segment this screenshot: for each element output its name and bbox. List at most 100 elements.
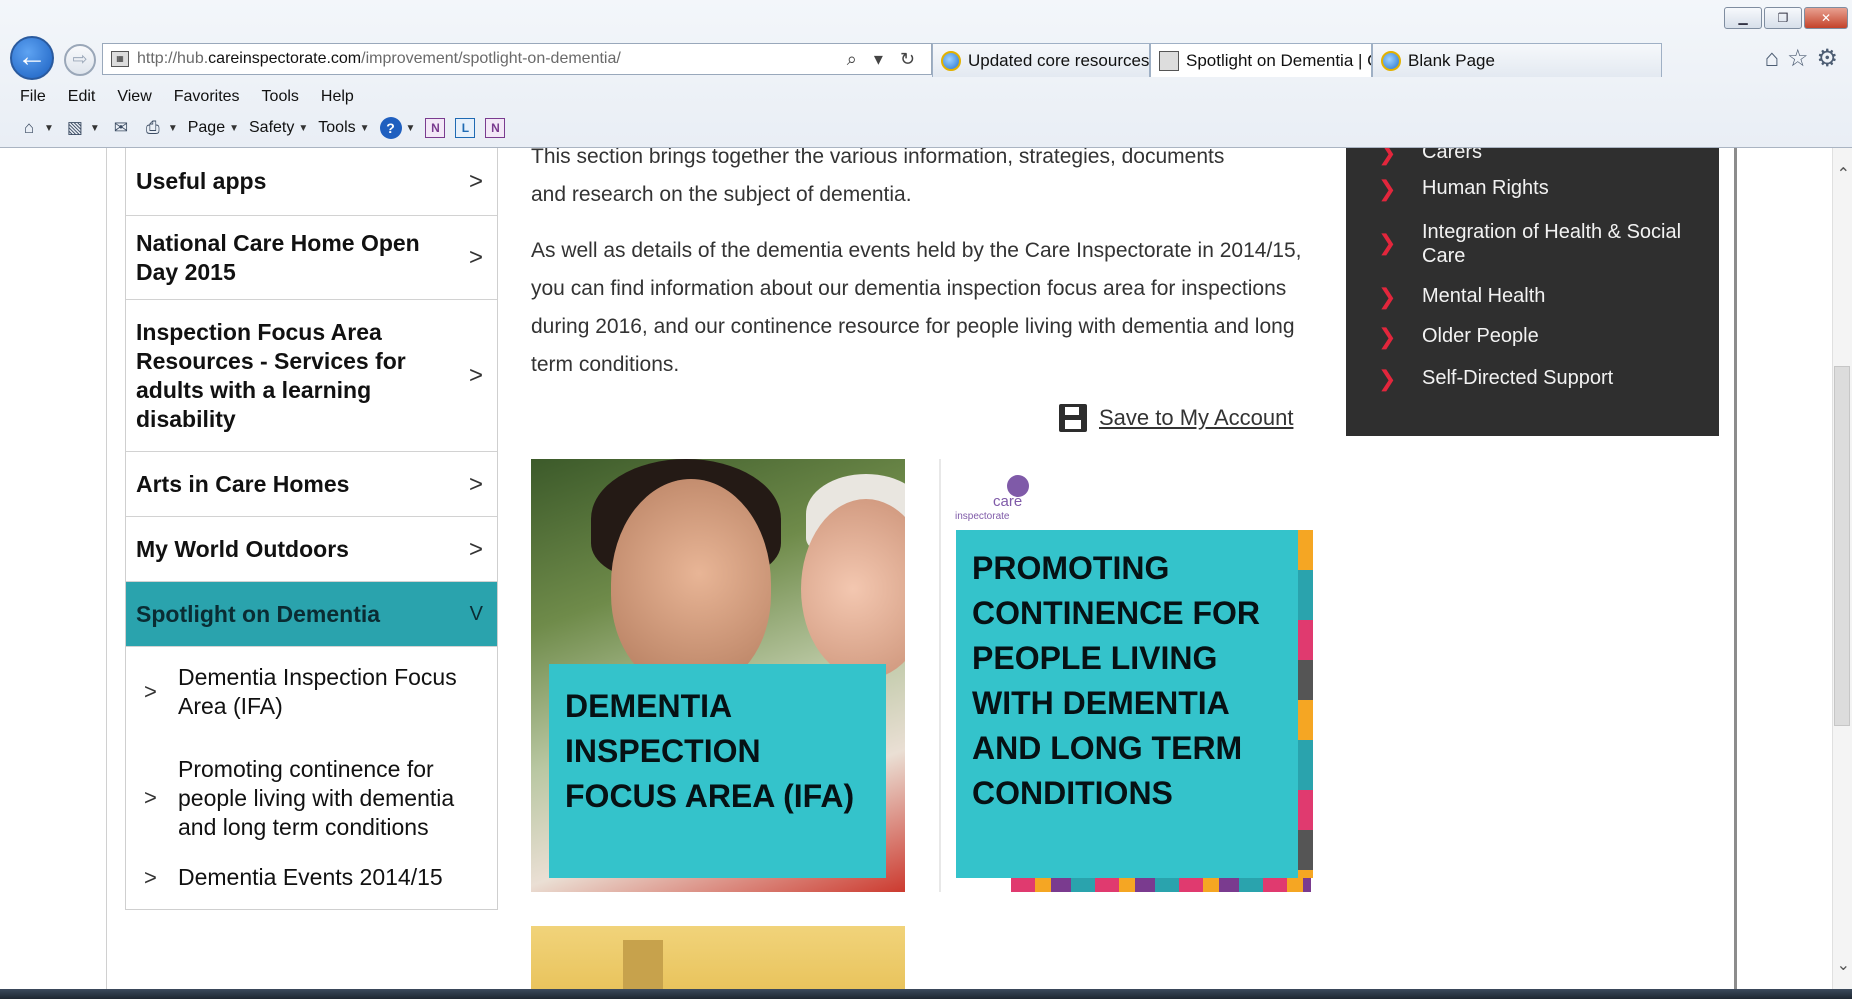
chevron-down-icon[interactable]: ▼ — [168, 123, 178, 134]
topic-mental-health[interactable]: ❯ Mental Health — [1346, 284, 1719, 314]
browser-chrome: ▁ ❐ ✕ ← ⇨ ▦ http://hub.careinspectorate.… — [0, 0, 1852, 148]
menu-help[interactable]: Help — [321, 84, 366, 110]
topic-carers[interactable]: ❯ Carers — [1346, 148, 1719, 168]
topic-self-directed-support[interactable]: ❯ Self-Directed Support — [1346, 366, 1719, 396]
chevron-down-icon[interactable]: ▼ — [90, 123, 100, 134]
chevron-right-icon: > — [144, 865, 157, 890]
chevron-right-icon: > — [468, 168, 483, 195]
scroll-up-icon[interactable]: ⌃ — [1837, 164, 1850, 184]
chevron-right-icon: > — [144, 785, 157, 810]
menu-favorites[interactable]: Favorites — [174, 84, 252, 110]
chevron-right-icon: > — [468, 470, 483, 498]
favorites-star-icon[interactable]: ☆ — [1787, 45, 1817, 72]
menu-edit[interactable]: Edit — [68, 84, 108, 110]
home-icon[interactable]: ⌂ — [1764, 45, 1787, 72]
forward-button[interactable]: ⇨ — [64, 44, 96, 76]
minimize-button[interactable]: ▁ — [1724, 7, 1762, 29]
chevron-right-icon: ❯ — [1378, 324, 1397, 349]
chevron-right-icon: ❯ — [1378, 230, 1397, 255]
nav-item-open-day-2015[interactable]: National Care Home Open Day 2015 > — [126, 216, 497, 300]
gear-icon[interactable]: ⚙ — [1816, 45, 1846, 72]
scroll-thumb[interactable] — [1834, 366, 1850, 726]
page-menu-button[interactable]: Page — [188, 119, 225, 137]
tab-strip: Updated core resources 2016 Spotlight on… — [932, 43, 1662, 77]
window-controls: ▁ ❐ ✕ — [1724, 7, 1848, 29]
tab-spotlight-on-dementia[interactable]: Spotlight on Dementia | C... ✕ — [1150, 43, 1372, 77]
url-text: http://hub.careinspectorate.com/improvem… — [137, 50, 621, 67]
decorative-strip-bottom — [1011, 878, 1311, 892]
chevron-down-icon[interactable]: ▼ — [44, 123, 54, 134]
command-bar: ⌂ ▼ ▧ ▼ ✉ ⎙ ▼ Page ▼ Safety ▼ Tools ▼ ? ▼ N L N — [0, 112, 506, 144]
nav-item-my-world-outdoors[interactable]: My World Outdoors > — [126, 517, 497, 582]
chevron-right-icon: > — [144, 679, 157, 704]
print-icon[interactable]: ⎙ — [142, 117, 164, 139]
page-icon — [1159, 50, 1179, 71]
chevron-down-icon[interactable]: ▼ — [406, 123, 416, 134]
nav-item-useful-apps[interactable]: Useful apps > — [126, 148, 497, 216]
navigation-row: ← ⇨ ▦ http://hub.careinspectorate.com/im… — [0, 34, 1852, 84]
menu-tools[interactable]: Tools — [262, 84, 311, 110]
onenote-linked-icon[interactable]: N — [485, 118, 506, 138]
tab-blank-page[interactable]: Blank Page — [1372, 43, 1662, 77]
chevron-down-icon[interactable]: ▼ — [298, 123, 308, 134]
home-icon[interactable]: ⌂ — [18, 117, 40, 139]
subnav-item-dementia-ifa[interactable]: > Dementia Inspection Focus Area (IFA) — [126, 663, 497, 735]
lync-icon[interactable]: L — [455, 118, 476, 138]
nav-item-spotlight-on-dementia[interactable]: Spotlight on Dementia V — [126, 582, 497, 647]
help-icon[interactable]: ? — [379, 117, 402, 139]
chevron-down-icon: V — [469, 602, 483, 625]
search-refresh-icon[interactable]: ⌕ ▾ ↻ — [847, 49, 921, 70]
chevron-right-icon: > — [468, 244, 483, 271]
photo-face-1 — [611, 479, 771, 689]
page-viewport: Useful apps > National Care Home Open Da… — [0, 148, 1852, 989]
back-button[interactable]: ← — [10, 36, 54, 80]
topic-integration[interactable]: ❯ Integration of Health & Social Care — [1346, 220, 1719, 270]
chevron-right-icon: ❯ — [1378, 366, 1397, 391]
photo-partial — [623, 940, 663, 989]
chevron-right-icon: ❯ — [1378, 284, 1397, 309]
save-to-account-link[interactable]: Save to My Account — [1059, 404, 1293, 432]
page-scrollbar[interactable]: ⌃ ⌄ — [1832, 148, 1852, 989]
close-window-button[interactable]: ✕ — [1804, 7, 1848, 29]
safety-menu-button[interactable]: Safety — [249, 119, 294, 137]
details-paragraph: As well as details of the dementia event… — [531, 239, 1302, 376]
ie-icon — [941, 50, 961, 71]
card-partial-next[interactable] — [531, 926, 905, 989]
subnav-item-dementia-events[interactable]: > Dementia Events 2014/15 — [126, 863, 497, 901]
save-disk-icon — [1059, 404, 1087, 432]
menu-bar: File Edit View Favorites Tools Help — [0, 84, 376, 110]
subnav-item-promoting-continence[interactable]: > Promoting continence for people living… — [126, 755, 497, 859]
nav-item-arts-in-care-homes[interactable]: Arts in Care Homes > — [126, 452, 497, 517]
topic-older-people[interactable]: ❯ Older People — [1346, 324, 1719, 354]
nav-item-inspection-focus-area[interactable]: Inspection Focus Area Resources - Servic… — [126, 300, 497, 452]
chevron-right-icon: ❯ — [1378, 148, 1397, 165]
card-title: PROMOTING CONTINENCE FOR PEOPLE LIVING W… — [956, 530, 1298, 878]
care-inspectorate-logo: care inspectorate — [955, 475, 1035, 535]
subnav-spotlight: > Dementia Inspection Focus Area (IFA) >… — [126, 663, 497, 910]
address-bar[interactable]: ▦ http://hub.careinspectorate.com/improv… — [102, 43, 932, 75]
chevron-right-icon: ❯ — [1378, 176, 1397, 201]
chevron-right-icon: > — [468, 535, 483, 563]
taskbar — [0, 989, 1852, 999]
tab-updated-core-resources[interactable]: Updated core resources 2016 — [932, 43, 1150, 77]
page-border-left — [106, 148, 107, 989]
ie-icon — [1381, 50, 1401, 71]
tools-menu-button[interactable]: Tools — [318, 119, 355, 137]
card-promoting-continence[interactable]: care inspectorate PROMOTING CONTINENCE F… — [939, 459, 1313, 892]
scroll-down-icon[interactable]: ⌄ — [1837, 955, 1850, 975]
menu-file[interactable]: File — [20, 84, 58, 110]
card-dementia-ifa[interactable]: DEMENTIA INSPECTION FOCUS AREA (IFA) — [531, 459, 905, 892]
restore-button[interactable]: ❐ — [1764, 7, 1802, 29]
menu-view[interactable]: View — [117, 84, 163, 110]
page-border-right — [1734, 148, 1737, 989]
onenote-icon[interactable]: N — [425, 118, 446, 138]
chevron-down-icon[interactable]: ▼ — [229, 123, 239, 134]
toolbar-right-icons: ⌂☆⚙ — [1764, 44, 1846, 73]
chevron-right-icon: > — [468, 362, 483, 389]
mail-icon[interactable]: ✉ — [110, 117, 132, 139]
topic-human-rights[interactable]: ❯ Human Rights — [1346, 176, 1719, 206]
section-nav: Useful apps > National Care Home Open Da… — [125, 148, 498, 910]
chevron-down-icon[interactable]: ▼ — [360, 123, 370, 134]
feeds-icon[interactable]: ▧ — [64, 117, 86, 139]
browser-window: ▁ ❐ ✕ ← ⇨ ▦ http://hub.careinspectorate.… — [0, 0, 1852, 999]
